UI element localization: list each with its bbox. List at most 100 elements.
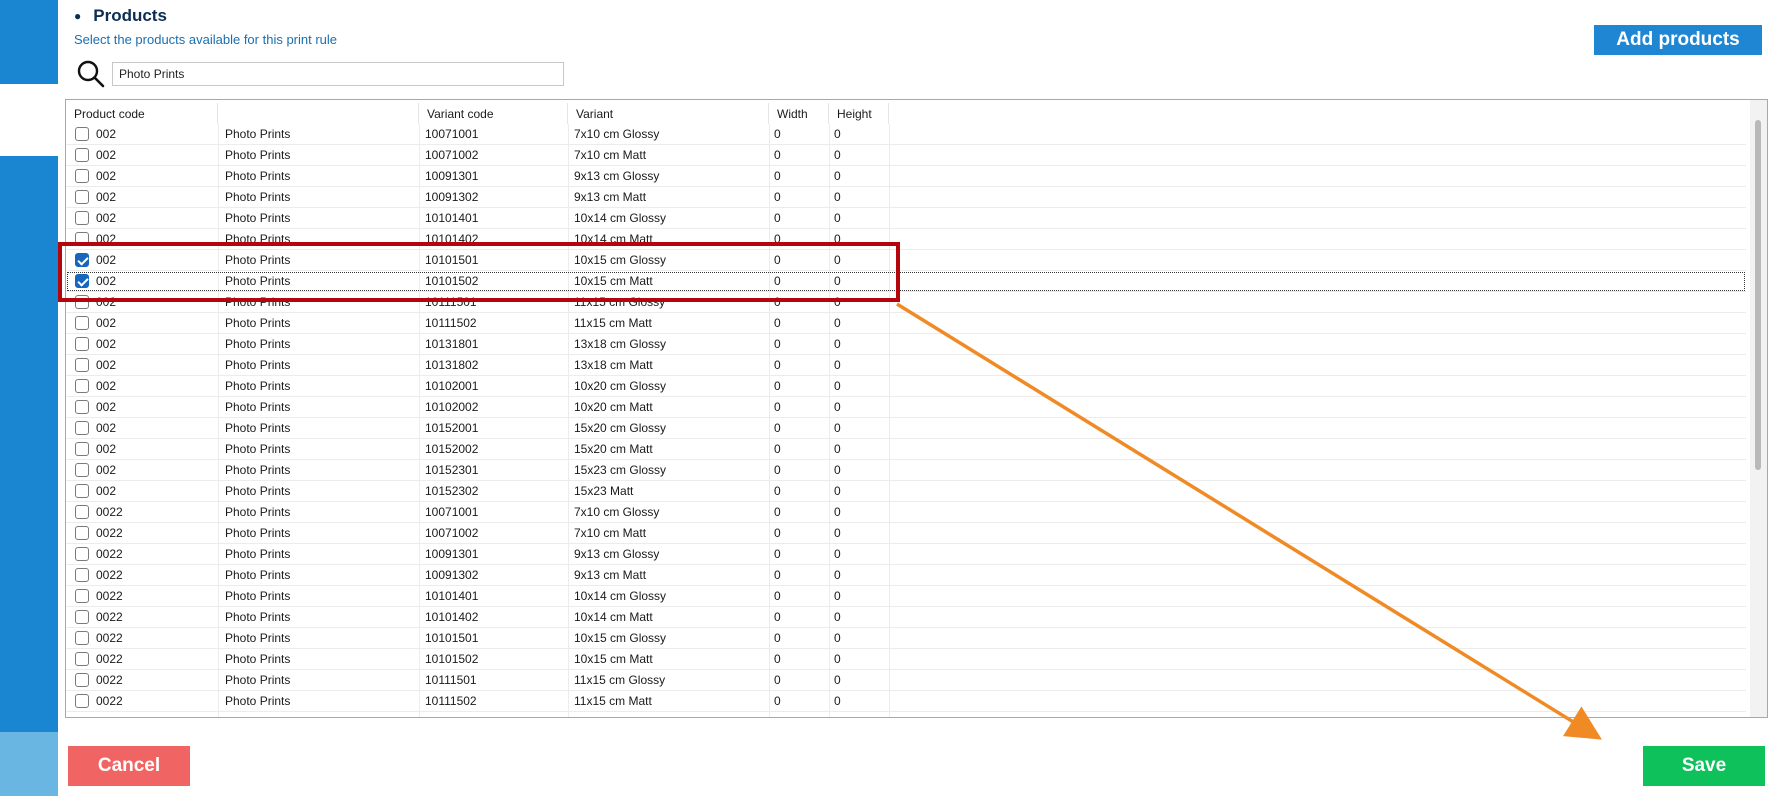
checkbox-unchecked[interactable] bbox=[75, 316, 89, 330]
column-header-variant-code[interactable]: Variant code bbox=[419, 103, 568, 124]
table-row[interactable]: 002 Photo Prints 10152302 15x23 Matt 0 0 bbox=[66, 481, 1746, 502]
row-checkbox-cell[interactable] bbox=[72, 607, 92, 627]
table-row[interactable]: 002 Photo Prints 10111501 11x15 cm Glossy 0 0 bbox=[66, 292, 1746, 313]
column-header-width[interactable]: Width bbox=[769, 103, 829, 124]
table-row[interactable]: 002 Photo Prints 10101502 10x15 cm Matt 0 0 bbox=[66, 271, 1746, 292]
table-row[interactable]: 002 Photo Prints 10101402 10x14 cm Matt 0 0 bbox=[66, 229, 1746, 250]
row-checkbox-cell[interactable] bbox=[72, 187, 92, 207]
row-checkbox-cell[interactable] bbox=[72, 481, 92, 501]
column-header-height[interactable]: Height bbox=[829, 103, 889, 124]
table-row[interactable]: 0022 Photo Prints 10101402 10x14 cm Matt 0 0 bbox=[66, 607, 1746, 628]
table-row[interactable]: 002 Photo Prints 10071001 7x10 cm Glossy 0 0 bbox=[66, 124, 1746, 145]
scrollbar-thumb[interactable] bbox=[1755, 120, 1761, 470]
table-row[interactable]: 002 Photo Prints 10091302 9x13 cm Matt 0 0 bbox=[66, 187, 1746, 208]
row-checkbox-cell[interactable] bbox=[72, 397, 92, 417]
save-button[interactable]: Save bbox=[1643, 746, 1765, 786]
checkbox-unchecked[interactable] bbox=[75, 631, 89, 645]
row-checkbox-cell[interactable] bbox=[72, 208, 92, 228]
column-header-variant[interactable]: Variant bbox=[568, 103, 769, 124]
checkbox-unchecked[interactable] bbox=[75, 484, 89, 498]
row-checkbox-cell[interactable] bbox=[72, 586, 92, 606]
table-row[interactable]: 002 Photo Prints 10131801 13x18 cm Glossy 0 0 bbox=[66, 334, 1746, 355]
checkbox-unchecked[interactable] bbox=[75, 169, 89, 183]
checkbox-unchecked[interactable] bbox=[75, 148, 89, 162]
row-checkbox-cell[interactable] bbox=[72, 502, 92, 522]
table-row[interactable]: 0022 Photo Prints 10111502 11x15 cm Matt 0 0 bbox=[66, 691, 1746, 712]
checkbox-checked[interactable] bbox=[75, 253, 89, 267]
checkbox-unchecked[interactable] bbox=[75, 400, 89, 414]
row-checkbox-cell[interactable] bbox=[72, 229, 92, 249]
row-checkbox-cell[interactable] bbox=[72, 439, 92, 459]
column-header-name[interactable] bbox=[218, 103, 419, 124]
row-checkbox-cell[interactable] bbox=[72, 166, 92, 186]
checkbox-unchecked[interactable] bbox=[75, 652, 89, 666]
row-checkbox-cell[interactable] bbox=[72, 271, 92, 291]
row-checkbox-cell[interactable] bbox=[72, 691, 92, 711]
checkbox-unchecked[interactable] bbox=[75, 568, 89, 582]
checkbox-unchecked[interactable] bbox=[75, 463, 89, 477]
checkbox-checked[interactable] bbox=[75, 274, 89, 288]
table-row[interactable]: 002 Photo Prints 10152301 15x23 cm Glossy 0 0 bbox=[66, 460, 1746, 481]
checkbox-unchecked[interactable] bbox=[75, 610, 89, 624]
vertical-scrollbar[interactable] bbox=[1750, 100, 1767, 717]
row-checkbox-cell[interactable] bbox=[72, 565, 92, 585]
table-row[interactable]: 002 Photo Prints 10102002 10x20 cm Matt 0 0 bbox=[66, 397, 1746, 418]
checkbox-unchecked[interactable] bbox=[75, 337, 89, 351]
table-row[interactable]: 002 Photo Prints 10152002 15x20 cm Matt 0 0 bbox=[66, 439, 1746, 460]
row-checkbox-cell[interactable] bbox=[72, 334, 92, 354]
checkbox-unchecked[interactable] bbox=[75, 526, 89, 540]
cancel-button[interactable]: Cancel bbox=[68, 746, 190, 786]
table-row[interactable]: 002 Photo Prints 10071002 7x10 cm Matt 0 0 bbox=[66, 145, 1746, 166]
row-checkbox-cell[interactable] bbox=[72, 313, 92, 333]
checkbox-unchecked[interactable] bbox=[75, 547, 89, 561]
search-icon[interactable] bbox=[76, 59, 106, 89]
height-cell: 0 bbox=[834, 610, 841, 624]
table-row[interactable]: 002 Photo Prints 10131802 13x18 cm Matt 0 0 bbox=[66, 355, 1746, 376]
checkbox-unchecked[interactable] bbox=[75, 295, 89, 309]
product-name-cell: Photo Prints bbox=[225, 505, 291, 519]
add-products-button[interactable]: Add products bbox=[1594, 25, 1762, 55]
checkbox-unchecked[interactable] bbox=[75, 673, 89, 687]
row-checkbox-cell[interactable] bbox=[72, 523, 92, 543]
row-checkbox-cell[interactable] bbox=[72, 145, 92, 165]
table-row[interactable]: 002 Photo Prints 10101501 10x15 cm Glossy 0 0 bbox=[66, 250, 1746, 271]
row-checkbox-cell[interactable] bbox=[72, 376, 92, 396]
column-header-product-code[interactable]: Product code bbox=[66, 103, 218, 124]
product-name-cell: Photo Prints bbox=[225, 421, 291, 435]
row-checkbox-cell[interactable] bbox=[72, 628, 92, 648]
row-checkbox-cell[interactable] bbox=[72, 124, 92, 144]
checkbox-unchecked[interactable] bbox=[75, 589, 89, 603]
row-checkbox-cell[interactable] bbox=[72, 250, 92, 270]
checkbox-unchecked[interactable] bbox=[75, 421, 89, 435]
row-checkbox-cell[interactable] bbox=[72, 649, 92, 669]
row-checkbox-cell[interactable] bbox=[72, 355, 92, 375]
table-row[interactable]: 0022 Photo Prints 10071002 7x10 cm Matt 0 0 bbox=[66, 523, 1746, 544]
checkbox-unchecked[interactable] bbox=[75, 127, 89, 141]
table-row[interactable]: 0022 Photo Prints 10101502 10x15 cm Matt 0 0 bbox=[66, 649, 1746, 670]
checkbox-unchecked[interactable] bbox=[75, 694, 89, 708]
checkbox-unchecked[interactable] bbox=[75, 505, 89, 519]
table-row[interactable]: 002 Photo Prints 10111502 11x15 cm Matt 0 0 bbox=[66, 313, 1746, 334]
row-checkbox-cell[interactable] bbox=[72, 292, 92, 312]
checkbox-unchecked[interactable] bbox=[75, 190, 89, 204]
table-row[interactable]: 002 Photo Prints 10152001 15x20 cm Glossy 0 0 bbox=[66, 418, 1746, 439]
row-checkbox-cell[interactable] bbox=[72, 670, 92, 690]
checkbox-unchecked[interactable] bbox=[75, 358, 89, 372]
row-checkbox-cell[interactable] bbox=[72, 544, 92, 564]
table-row[interactable]: 002 Photo Prints 10091301 9x13 cm Glossy 0 0 bbox=[66, 166, 1746, 187]
checkbox-unchecked[interactable] bbox=[75, 211, 89, 225]
table-row[interactable]: 0022 Photo Prints 10111501 11x15 cm Glossy 0… bbox=[66, 670, 1746, 691]
checkbox-unchecked[interactable] bbox=[75, 379, 89, 393]
table-row[interactable]: 002 Photo Prints 10101401 10x14 cm Glossy 0 0 bbox=[66, 208, 1746, 229]
table-row[interactable]: 0022 Photo Prints 10101501 10x15 cm Glossy 0… bbox=[66, 628, 1746, 649]
table-row[interactable]: 0022 Photo Prints 10091302 9x13 cm Matt 0 0 bbox=[66, 565, 1746, 586]
checkbox-unchecked[interactable] bbox=[75, 442, 89, 456]
table-row[interactable]: 002 Photo Prints 10102001 10x20 cm Glossy 0 0 bbox=[66, 376, 1746, 397]
table-row[interactable]: 0022 Photo Prints 10091301 9x13 cm Glossy 0 0 bbox=[66, 544, 1746, 565]
table-row[interactable]: 0022 Photo Prints 10101401 10x14 cm Glossy 0… bbox=[66, 586, 1746, 607]
row-checkbox-cell[interactable] bbox=[72, 460, 92, 480]
checkbox-unchecked[interactable] bbox=[75, 232, 89, 246]
row-checkbox-cell[interactable] bbox=[72, 418, 92, 438]
search-input[interactable] bbox=[112, 62, 564, 86]
table-row[interactable]: 0022 Photo Prints 10071001 7x10 cm Glossy 0 0 bbox=[66, 502, 1746, 523]
